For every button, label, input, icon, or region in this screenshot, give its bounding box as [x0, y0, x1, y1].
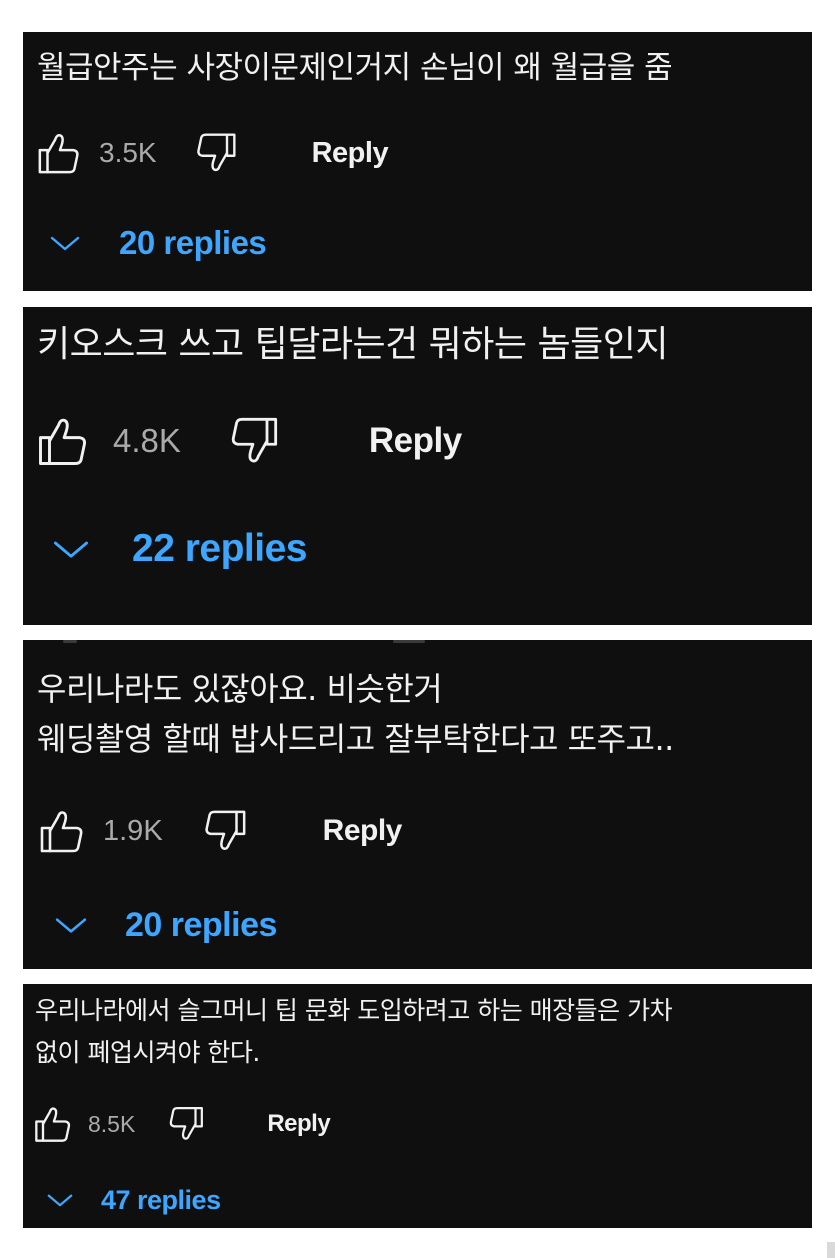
chevron-down-icon	[53, 537, 89, 561]
comment-actions: 8.5K Reply	[31, 1103, 331, 1145]
like-count: 8.5K	[88, 1110, 136, 1137]
comment-line: 월급안주는 사장이문제인거지 손님이 왜 월급을 줌	[37, 50, 673, 86]
view-replies-button[interactable]: 20 replies	[50, 221, 267, 265]
view-replies-button[interactable]: 47 replies	[47, 1182, 221, 1218]
comment-text: 우리나라도 있잖아요. 비슷한거 웨딩촬영 할때 밥사드리고 잘부탁한다고 또주…	[37, 664, 802, 764]
comment-card: 키오스크 쓰고 팁달라는건 뭐하는 놈들인지 4.8K Reply 22 rep…	[23, 307, 812, 625]
comment-text: 월급안주는 사장이문제인거지 손님이 왜 월급을 줌	[37, 46, 802, 90]
chevron-down-icon	[50, 233, 80, 253]
corner-mark	[827, 1242, 835, 1258]
view-replies-button[interactable]: 20 replies	[55, 902, 277, 948]
view-replies-button[interactable]: 22 replies	[53, 521, 307, 577]
like-count: 1.9K	[103, 814, 163, 847]
chevron-down-icon	[47, 1191, 73, 1209]
comment-line: 키오스크 쓰고 팁달라는건 뭐하는 놈들인지	[37, 324, 668, 365]
replies-count-label: 20 replies	[119, 224, 267, 261]
reply-button[interactable]: Reply	[323, 814, 403, 848]
comment-text: 우리나라에서 슬그머니 팁 문화 도입하려고 하는 매장들은 가차 없이 폐업시…	[35, 990, 802, 1074]
thumbs-up-icon[interactable]	[33, 414, 93, 468]
comment-actions: 1.9K Reply	[33, 806, 402, 856]
reply-button[interactable]: Reply	[267, 1110, 330, 1138]
thumbs-down-icon[interactable]	[191, 131, 241, 175]
like-count: 3.5K	[99, 137, 157, 168]
comment-card: 월급안주는 사장이문제인거지 손님이 왜 월급을 줌 3.5K Reply 20…	[23, 32, 812, 291]
comment-actions: 4.8K Reply	[33, 414, 462, 468]
comment-line: 우리나라에서 슬그머니 팁 문화 도입하려고 하는 매장들은 가차	[35, 996, 673, 1025]
comment-actions: 3.5K Reply	[33, 130, 389, 176]
comment-line: 웨딩촬영 할때 밥사드리고 잘부탁한다고 또주고..	[37, 720, 674, 758]
thumbs-down-icon[interactable]	[165, 1105, 207, 1143]
thumbs-up-icon[interactable]	[31, 1104, 75, 1144]
comment-card: 우리나라에서 슬그머니 팁 문화 도입하려고 하는 매장들은 가차 없이 폐업시…	[23, 984, 812, 1228]
thumbs-up-icon[interactable]	[35, 807, 89, 855]
comment-card: 우리나라도 있잖아요. 비슷한거 웨딩촬영 할때 밥사드리고 잘부탁한다고 또주…	[23, 640, 812, 969]
thumbs-up-icon[interactable]	[33, 130, 85, 176]
replies-count-label: 22 replies	[132, 527, 307, 570]
replies-count-label: 20 replies	[125, 905, 277, 944]
like-count: 4.8K	[113, 422, 181, 459]
replies-count-label: 47 replies	[101, 1184, 221, 1215]
thumbs-down-icon[interactable]	[199, 808, 251, 854]
reply-button[interactable]: Reply	[312, 137, 389, 170]
chevron-down-icon	[55, 914, 87, 936]
thumbs-down-icon[interactable]	[225, 415, 283, 467]
comment-line: 우리나라도 있잖아요. 비슷한거	[37, 670, 443, 708]
comment-text: 키오스크 쓰고 팁달라는건 뭐하는 놈들인지	[37, 319, 802, 371]
comment-line: 없이 폐업시켜야 한다.	[35, 1038, 260, 1067]
cropped-edge-mark	[63, 640, 77, 643]
reply-button[interactable]: Reply	[369, 421, 462, 461]
cropped-edge-mark	[393, 640, 425, 643]
